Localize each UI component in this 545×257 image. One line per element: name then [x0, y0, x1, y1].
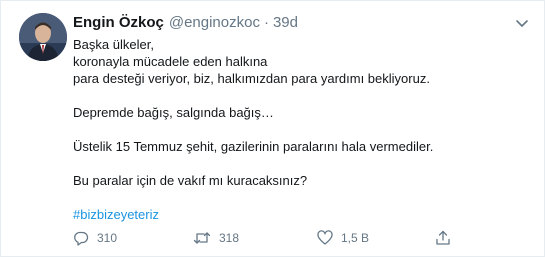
separator-dot: · — [263, 14, 269, 31]
tweet-line: Üstelik 15 Temmuz şehit, gazilerinin par… — [73, 139, 434, 154]
author-handle[interactable]: @enginozkoc — [169, 14, 260, 31]
tweet-actions: 310 318 1,5 B — [73, 230, 493, 248]
tweet-line: koronayla mücadele eden halkına — [73, 54, 268, 69]
heart-icon — [317, 230, 333, 245]
retweet-count: 318 — [219, 231, 240, 245]
like-button[interactable]: 1,5 B — [317, 230, 369, 246]
tweet-line: para desteği veriyor, biz, halkımızdan p… — [73, 71, 430, 86]
tweet-card[interactable]: Engin Özkoç @enginozkoc · 39d Başka ülke… — [0, 0, 545, 257]
author-name[interactable]: Engin Özkoç — [73, 14, 164, 31]
timestamp[interactable]: 39d — [273, 14, 298, 31]
tweet-header: Engin Özkoç @enginozkoc · 39d — [73, 14, 298, 34]
retweet-button[interactable]: 318 — [193, 230, 239, 246]
chevron-down-icon[interactable] — [514, 15, 530, 31]
tweet-line: Başka ülkeler, — [73, 37, 154, 52]
reply-icon — [74, 231, 89, 246]
reply-button[interactable]: 310 — [73, 230, 117, 246]
tweet-line: Depremde bağış, salgında bağış… — [73, 105, 274, 120]
hashtag-link[interactable]: #bizbizeyeteriz — [73, 206, 533, 223]
share-icon — [436, 230, 450, 245]
tweet-text: Başka ülkeler, koronayla mücadele eden h… — [73, 36, 533, 223]
reply-count: 310 — [97, 231, 118, 245]
avatar-image — [19, 13, 67, 61]
share-button[interactable] — [435, 230, 459, 246]
retweet-icon — [193, 232, 211, 244]
avatar[interactable] — [19, 13, 67, 61]
tweet-line: Bu paralar için de vakıf mı kuracaksınız… — [73, 173, 308, 188]
like-count: 1,5 B — [341, 231, 370, 245]
